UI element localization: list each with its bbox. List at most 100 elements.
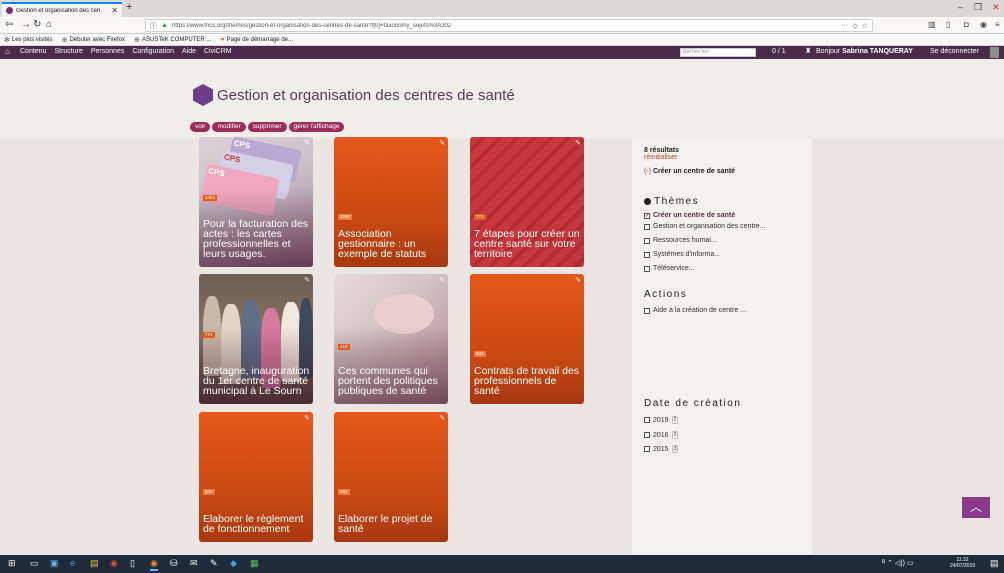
tile-title[interactable]: Elaborer le projet de santé <box>338 514 445 535</box>
bookmark-star-icon[interactable]: ☆ <box>862 22 868 30</box>
minimize-icon[interactable]: – <box>958 2 963 12</box>
app-icon[interactable]: ◆ <box>230 558 237 569</box>
checkbox-icon[interactable] <box>644 237 650 244</box>
store-icon[interactable]: ▣ <box>50 558 59 569</box>
firefox-taskbar-icon[interactable]: ◉ <box>150 558 158 571</box>
admin-menu-item[interactable]: Aide <box>182 48 196 55</box>
edit-pencil-icon[interactable]: ✎ <box>304 276 310 284</box>
bookmark-item[interactable]: ⊕ ASUSTeK COMPUTER ... <box>134 36 211 44</box>
admin-menu-item[interactable]: Configuration <box>132 48 174 55</box>
checkbox-icon[interactable] <box>644 446 650 452</box>
checked-checkbox-icon[interactable]: ✓ <box>644 212 650 219</box>
checkbox-icon[interactable] <box>644 265 650 272</box>
delete-button[interactable]: supprimer <box>247 122 287 132</box>
admin-menu-item[interactable]: CiviCRM <box>204 48 232 55</box>
admin-menu-item[interactable]: Personnes <box>91 48 124 55</box>
logout-link[interactable]: Se déconnecter <box>930 48 979 55</box>
home-icon[interactable]: ⌂ <box>46 19 52 30</box>
bookmark-item[interactable]: ✻ Les plus visités <box>4 36 53 44</box>
user-greeting[interactable]: Bonjour Sabrina TANQUERAY <box>816 48 913 55</box>
facet-action-item[interactable]: Aide à la création de centre ... <box>644 307 746 314</box>
avatar[interactable] <box>990 47 999 58</box>
spreadsheet-icon[interactable]: ▦ <box>250 558 259 569</box>
article-tile[interactable]: ✎ 771 Bretagne, inauguration du 1er cent… <box>199 274 313 404</box>
checkbox-icon[interactable] <box>644 432 650 438</box>
admin-menu-item[interactable]: Contenu <box>20 48 46 55</box>
admin-search-input[interactable]: Rechercher <box>680 48 756 57</box>
bookmark-item[interactable]: ● Page de démarrage de... <box>220 36 293 43</box>
facet-theme-item[interactable]: ✓ Créer un centre de santé <box>644 212 735 219</box>
chrome-icon[interactable]: ◉ <box>110 558 118 569</box>
reset-link[interactable]: réinitialiser <box>644 154 677 161</box>
close-window-icon[interactable]: ✕ <box>992 2 1000 13</box>
tile-title[interactable]: Association gestionnaire : un exemple de… <box>338 229 445 260</box>
article-tile[interactable]: ✎ 843 Contrats de travail des profession… <box>470 274 584 404</box>
article-tile[interactable]: CPS CPS CPS ✎ 3483 Pour la facturation d… <box>199 137 313 267</box>
checkbox-icon[interactable] <box>644 251 650 258</box>
edit-pencil-icon[interactable]: ✎ <box>575 276 581 284</box>
close-tab-icon[interactable]: ✕ <box>111 6 118 15</box>
paint-icon[interactable]: ✎ <box>210 558 218 569</box>
article-tile[interactable]: ✎ 842 Elaborer le règlement de fonctionn… <box>199 412 313 542</box>
article-tile[interactable]: ✎ 772 7 étapes pour créer un centre sant… <box>470 137 584 267</box>
edit-pencil-icon[interactable]: ✎ <box>304 414 310 422</box>
library-icon[interactable]: ▥ <box>928 20 936 29</box>
bookmark-item[interactable]: ⊕ Débuter avec Firefox <box>62 36 126 44</box>
edit-pencil-icon[interactable]: ✎ <box>439 139 445 147</box>
view-button[interactable]: voir <box>190 122 211 132</box>
edit-pencil-icon[interactable]: ✎ <box>304 139 310 147</box>
facet-theme-item[interactable]: Gestion et organisation des centre... <box>644 223 765 230</box>
edit-pencil-icon[interactable]: ✎ <box>439 414 445 422</box>
tile-title[interactable]: Contrats de travail des professionnels d… <box>474 366 581 397</box>
system-tray[interactable]: ᴿ ⌃ ◁)) ▭ <box>882 559 914 567</box>
taskbar-clock[interactable]: 11:32 24/07/2019 <box>950 557 975 569</box>
checkbox-icon[interactable] <box>644 223 650 230</box>
checkbox-icon[interactable] <box>644 307 650 314</box>
facet-theme-item[interactable]: Systèmes d'informa... <box>644 251 720 258</box>
admin-home-icon[interactable]: ⌂ <box>5 47 10 56</box>
store-bag-icon[interactable]: ⛁ <box>170 558 178 569</box>
edit-button[interactable]: modifier <box>212 122 246 132</box>
task-view-icon[interactable]: ▭ <box>30 558 39 569</box>
edge-icon[interactable]: e <box>70 558 75 568</box>
edit-pencil-icon[interactable]: ✎ <box>439 276 445 284</box>
page-actions-icon[interactable]: ··· <box>841 22 848 29</box>
mail-icon[interactable]: ✉ <box>190 558 198 569</box>
article-tile[interactable]: ✎ 264 Elaborer le projet de santé <box>334 412 448 542</box>
edit-pencil-icon[interactable]: ✎ <box>575 139 581 147</box>
facet-date-item[interactable]: 2016 3 <box>644 431 679 439</box>
tile-title[interactable]: 7 étapes pour créer un centre santé sur … <box>474 229 581 260</box>
checkbox-icon[interactable] <box>644 417 650 423</box>
tile-title[interactable]: Pour la facturation des actes : les cart… <box>203 219 310 260</box>
article-tile[interactable]: ✎ 418 Ces communes qui portent des polit… <box>334 274 448 404</box>
tile-title[interactable]: Elaborer le règlement de fonctionnement <box>203 514 310 535</box>
sidebar-toggle-icon[interactable]: ▯ <box>946 20 950 29</box>
facet-date-item[interactable]: 2015 3 <box>644 445 679 453</box>
account-icon[interactable]: ◉ <box>980 20 987 29</box>
pocket-icon[interactable]: ◇ <box>852 22 857 30</box>
file-explorer-icon[interactable]: ▤ <box>90 558 99 569</box>
manage-display-button[interactable]: gérer l'affichage <box>288 122 345 132</box>
windows-start-icon[interactable]: ⊞ <box>8 558 16 569</box>
facet-theme-item[interactable]: Téléservice... <box>644 265 695 272</box>
tile-title[interactable]: Ces communes qui portent des politiques … <box>338 366 445 397</box>
url-text[interactable]: https://www.fncs.org/themes/gestion-et-o… <box>172 23 837 29</box>
back-to-top-button[interactable]: ︿ <box>962 497 990 518</box>
browser-tab[interactable]: Gestion et organisation des cen ✕ <box>2 2 122 17</box>
document-icon[interactable]: ▯ <box>130 558 135 569</box>
info-icon[interactable]: ⓘ <box>150 21 157 31</box>
active-filter[interactable]: (-) Créer un centre de santé <box>644 168 735 175</box>
hamburger-menu-icon[interactable]: ≡ <box>995 20 1000 29</box>
back-icon[interactable]: ⇦ <box>5 19 13 30</box>
facet-date-item[interactable]: 2019 2 <box>644 416 679 424</box>
restore-icon[interactable]: ❐ <box>974 2 982 13</box>
tile-title[interactable]: Bretagne, inauguration du 1er centre de … <box>203 366 310 397</box>
notifications-icon[interactable]: ▤ <box>990 558 999 569</box>
facet-theme-item[interactable]: Ressources humai... <box>644 237 717 244</box>
url-bar[interactable]: ⓘ ▲ https://www.fncs.org/themes/gestion-… <box>145 19 873 32</box>
forward-icon[interactable]: → <box>21 19 31 30</box>
remove-filter-link[interactable]: (-) <box>644 168 651 175</box>
pocket-toolbar-icon[interactable]: ◘ <box>964 20 969 29</box>
new-tab-button[interactable]: + <box>126 1 132 13</box>
reload-icon[interactable]: ↻ <box>33 19 41 30</box>
